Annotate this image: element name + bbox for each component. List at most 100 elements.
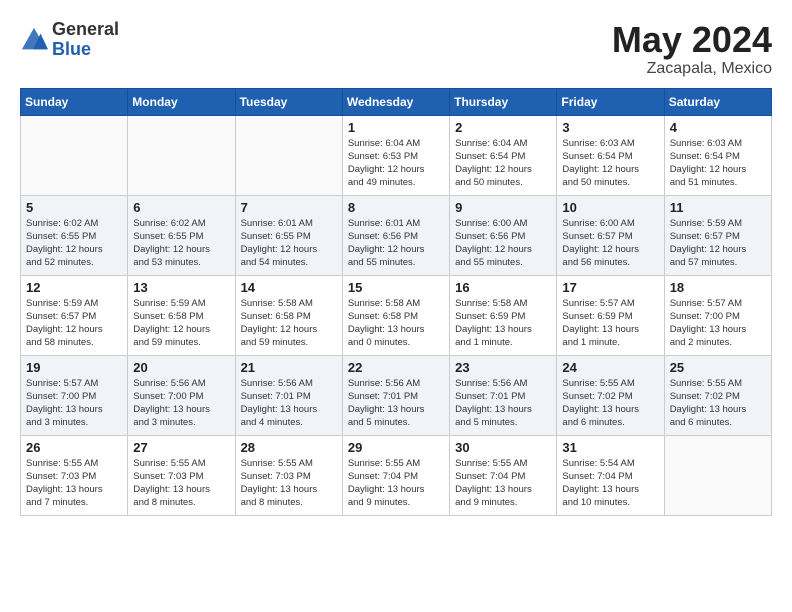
calendar-cell: 29Sunrise: 5:55 AM Sunset: 7:04 PM Dayli… [342,435,449,515]
day-info: Sunrise: 6:01 AM Sunset: 6:56 PM Dayligh… [348,217,444,270]
day-number: 31 [562,440,658,455]
day-info: Sunrise: 5:59 AM Sunset: 6:57 PM Dayligh… [26,297,122,350]
calendar-cell: 27Sunrise: 5:55 AM Sunset: 7:03 PM Dayli… [128,435,235,515]
day-number: 13 [133,280,229,295]
calendar-cell: 7 Sunrise: 6:01 AM Sunset: 6:55 PM Daylig… [235,195,342,275]
day-number: 27 [133,440,229,455]
day-number: 29 [348,440,444,455]
title-area: May 2024 Zacapala, Mexico [612,20,772,78]
calendar-cell: 8 Sunrise: 6:01 AM Sunset: 6:56 PM Daylig… [342,195,449,275]
day-info: Sunrise: 5:57 AM Sunset: 7:00 PM Dayligh… [26,377,122,430]
calendar-cell: 11Sunrise: 5:59 AM Sunset: 6:57 PM Dayli… [664,195,771,275]
header-day-saturday: Saturday [664,88,771,115]
day-number: 26 [26,440,122,455]
week-row-3: 12 Sunrise: 5:59 AM Sunset: 6:57 PM Dayli… [21,275,772,355]
day-number: 12 [26,280,122,295]
day-info: Sunrise: 5:59 AM Sunset: 6:58 PM Dayligh… [133,297,229,350]
day-info: Sunrise: 6:03 AM Sunset: 6:54 PM Dayligh… [562,137,658,190]
calendar-cell [128,115,235,195]
week-row-1: 1 Sunrise: 6:04 AM Sunset: 6:53 PM Daylig… [21,115,772,195]
header-day-sunday: Sunday [21,88,128,115]
calendar-cell: 10Sunrise: 6:00 AM Sunset: 6:57 PM Dayli… [557,195,664,275]
day-number: 28 [241,440,337,455]
day-number: 17 [562,280,658,295]
day-number: 21 [241,360,337,375]
calendar-cell [235,115,342,195]
week-row-4: 19 Sunrise: 5:57 AM Sunset: 7:00 PM Dayli… [21,355,772,435]
day-number: 9 [455,200,551,215]
calendar-table: SundayMondayTuesdayWednesdayThursdayFrid… [20,88,772,516]
calendar-cell: 31 Sunrise: 5:54 AM Sunset: 7:04 PM Dayli… [557,435,664,515]
day-info: Sunrise: 5:55 AM Sunset: 7:03 PM Dayligh… [26,457,122,510]
day-info: Sunrise: 6:02 AM Sunset: 6:55 PM Dayligh… [26,217,122,270]
day-info: Sunrise: 5:55 AM Sunset: 7:02 PM Dayligh… [670,377,766,430]
calendar-cell: 19 Sunrise: 5:57 AM Sunset: 7:00 PM Dayli… [21,355,128,435]
calendar-cell: 9 Sunrise: 6:00 AM Sunset: 6:56 PM Daylig… [450,195,557,275]
day-info: Sunrise: 5:55 AM Sunset: 7:04 PM Dayligh… [455,457,551,510]
calendar-cell: 2 Sunrise: 6:04 AM Sunset: 6:54 PM Daylig… [450,115,557,195]
logo-icon [20,26,48,54]
day-number: 2 [455,120,551,135]
day-number: 30 [455,440,551,455]
day-number: 5 [26,200,122,215]
calendar-cell: 22Sunrise: 5:56 AM Sunset: 7:01 PM Dayli… [342,355,449,435]
day-number: 15 [348,280,444,295]
day-info: Sunrise: 6:04 AM Sunset: 6:53 PM Dayligh… [348,137,444,190]
calendar-cell: 6 Sunrise: 6:02 AM Sunset: 6:55 PM Daylig… [128,195,235,275]
logo-blue-text: Blue [52,39,91,59]
location: Zacapala, Mexico [612,60,772,78]
day-info: Sunrise: 5:56 AM Sunset: 7:01 PM Dayligh… [241,377,337,430]
day-number: 19 [26,360,122,375]
calendar-cell: 30 Sunrise: 5:55 AM Sunset: 7:04 PM Dayli… [450,435,557,515]
day-number: 6 [133,200,229,215]
calendar-cell [664,435,771,515]
calendar-cell: 28 Sunrise: 5:55 AM Sunset: 7:03 PM Dayli… [235,435,342,515]
calendar-cell: 16Sunrise: 5:58 AM Sunset: 6:59 PM Dayli… [450,275,557,355]
page-header: General Blue May 2024 Zacapala, Mexico [20,20,772,78]
header-day-friday: Friday [557,88,664,115]
day-number: 16 [455,280,551,295]
day-number: 24 [562,360,658,375]
day-info: Sunrise: 5:59 AM Sunset: 6:57 PM Dayligh… [670,217,766,270]
day-number: 22 [348,360,444,375]
calendar-cell: 14Sunrise: 5:58 AM Sunset: 6:58 PM Dayli… [235,275,342,355]
day-info: Sunrise: 6:01 AM Sunset: 6:55 PM Dayligh… [241,217,337,270]
day-number: 8 [348,200,444,215]
day-number: 23 [455,360,551,375]
day-info: Sunrise: 5:57 AM Sunset: 7:00 PM Dayligh… [670,297,766,350]
calendar-cell: 23 Sunrise: 5:56 AM Sunset: 7:01 PM Dayli… [450,355,557,435]
day-info: Sunrise: 5:55 AM Sunset: 7:03 PM Dayligh… [241,457,337,510]
day-info: Sunrise: 5:56 AM Sunset: 7:01 PM Dayligh… [455,377,551,430]
day-number: 3 [562,120,658,135]
calendar-cell: 13 Sunrise: 5:59 AM Sunset: 6:58 PM Dayli… [128,275,235,355]
day-info: Sunrise: 5:58 AM Sunset: 6:58 PM Dayligh… [348,297,444,350]
calendar-cell: 3 Sunrise: 6:03 AM Sunset: 6:54 PM Daylig… [557,115,664,195]
calendar-cell: 24Sunrise: 5:55 AM Sunset: 7:02 PM Dayli… [557,355,664,435]
day-info: Sunrise: 5:56 AM Sunset: 7:00 PM Dayligh… [133,377,229,430]
calendar-cell: 26 Sunrise: 5:55 AM Sunset: 7:03 PM Dayli… [21,435,128,515]
calendar-cell: 15 Sunrise: 5:58 AM Sunset: 6:58 PM Dayli… [342,275,449,355]
calendar-cell: 17Sunrise: 5:57 AM Sunset: 6:59 PM Dayli… [557,275,664,355]
calendar-cell: 25Sunrise: 5:55 AM Sunset: 7:02 PM Dayli… [664,355,771,435]
day-number: 7 [241,200,337,215]
day-info: Sunrise: 6:04 AM Sunset: 6:54 PM Dayligh… [455,137,551,190]
calendar-cell: 21 Sunrise: 5:56 AM Sunset: 7:01 PM Dayli… [235,355,342,435]
calendar-body: 1 Sunrise: 6:04 AM Sunset: 6:53 PM Daylig… [21,115,772,515]
calendar-header: SundayMondayTuesdayWednesdayThursdayFrid… [21,88,772,115]
calendar-cell: 20Sunrise: 5:56 AM Sunset: 7:00 PM Dayli… [128,355,235,435]
day-info: Sunrise: 5:54 AM Sunset: 7:04 PM Dayligh… [562,457,658,510]
logo-general-text: General [52,19,119,39]
day-info: Sunrise: 5:58 AM Sunset: 6:58 PM Dayligh… [241,297,337,350]
header-row: SundayMondayTuesdayWednesdayThursdayFrid… [21,88,772,115]
month-title: May 2024 [612,20,772,60]
calendar-cell: 1 Sunrise: 6:04 AM Sunset: 6:53 PM Daylig… [342,115,449,195]
day-info: Sunrise: 6:00 AM Sunset: 6:56 PM Dayligh… [455,217,551,270]
logo: General Blue [20,20,119,60]
calendar-cell: 18Sunrise: 5:57 AM Sunset: 7:00 PM Dayli… [664,275,771,355]
day-info: Sunrise: 6:02 AM Sunset: 6:55 PM Dayligh… [133,217,229,270]
header-day-monday: Monday [128,88,235,115]
header-day-tuesday: Tuesday [235,88,342,115]
day-number: 1 [348,120,444,135]
header-day-wednesday: Wednesday [342,88,449,115]
calendar-cell [21,115,128,195]
